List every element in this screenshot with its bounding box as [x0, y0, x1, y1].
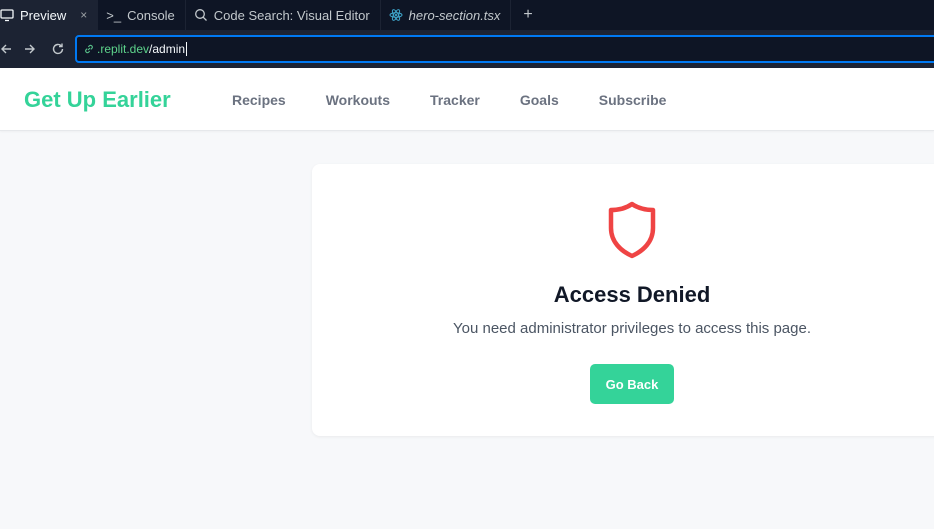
tab-console[interactable]: >_ Console — [98, 0, 186, 30]
site-header: Get Up Earlier Recipes Workouts Tracker … — [0, 68, 934, 131]
url-path: /admin — [149, 42, 186, 56]
close-icon[interactable]: × — [80, 8, 87, 22]
add-tab-button[interactable]: + — [511, 0, 544, 30]
terminal-icon: >_ — [106, 7, 122, 23]
page-title: Access Denied — [553, 282, 711, 307]
nav-link-workouts[interactable]: Workouts — [326, 92, 390, 108]
main-nav: Recipes Workouts Tracker Goals Subscribe — [232, 92, 706, 108]
brand-logo[interactable]: Get Up Earlier — [24, 87, 171, 113]
preview-url-bar: .replit.dev /admin — [0, 30, 934, 68]
nav-link-recipes[interactable]: Recipes — [232, 92, 286, 108]
tab-preview[interactable]: Preview × — [0, 0, 99, 30]
react-icon — [389, 8, 403, 22]
monitor-icon — [0, 8, 14, 22]
nav-link-subscribe[interactable]: Subscribe — [599, 92, 667, 108]
url-input[interactable]: .replit.dev /admin — [75, 35, 934, 63]
tab-label: hero-section.tsx — [408, 7, 501, 23]
tab-label: Code Search: Visual Editor — [213, 7, 370, 23]
text-caret — [186, 42, 188, 56]
nav-link-goals[interactable]: Goals — [520, 92, 559, 108]
reload-icon[interactable] — [44, 42, 72, 56]
forward-arrow-icon[interactable] — [16, 43, 44, 55]
tab-hero-section[interactable]: hero-section.tsx — [381, 0, 512, 30]
error-message: You need administrator privileges to acc… — [453, 320, 811, 337]
link-icon — [83, 43, 95, 55]
tab-label: Console — [127, 7, 175, 23]
access-denied-card: Access Denied You need administrator pri… — [312, 164, 934, 436]
go-back-button[interactable]: Go Back — [590, 364, 674, 404]
search-icon — [194, 8, 208, 22]
back-arrow-icon[interactable] — [0, 43, 16, 55]
shield-icon — [606, 200, 658, 265]
ide-tab-bar: Preview × >_ Console Code Search: Visual… — [0, 0, 934, 30]
url-host: .replit.dev — [97, 42, 150, 56]
nav-link-tracker[interactable]: Tracker — [430, 92, 480, 108]
tab-label: Preview — [20, 7, 67, 23]
tab-code-search[interactable]: Code Search: Visual Editor — [186, 0, 381, 30]
